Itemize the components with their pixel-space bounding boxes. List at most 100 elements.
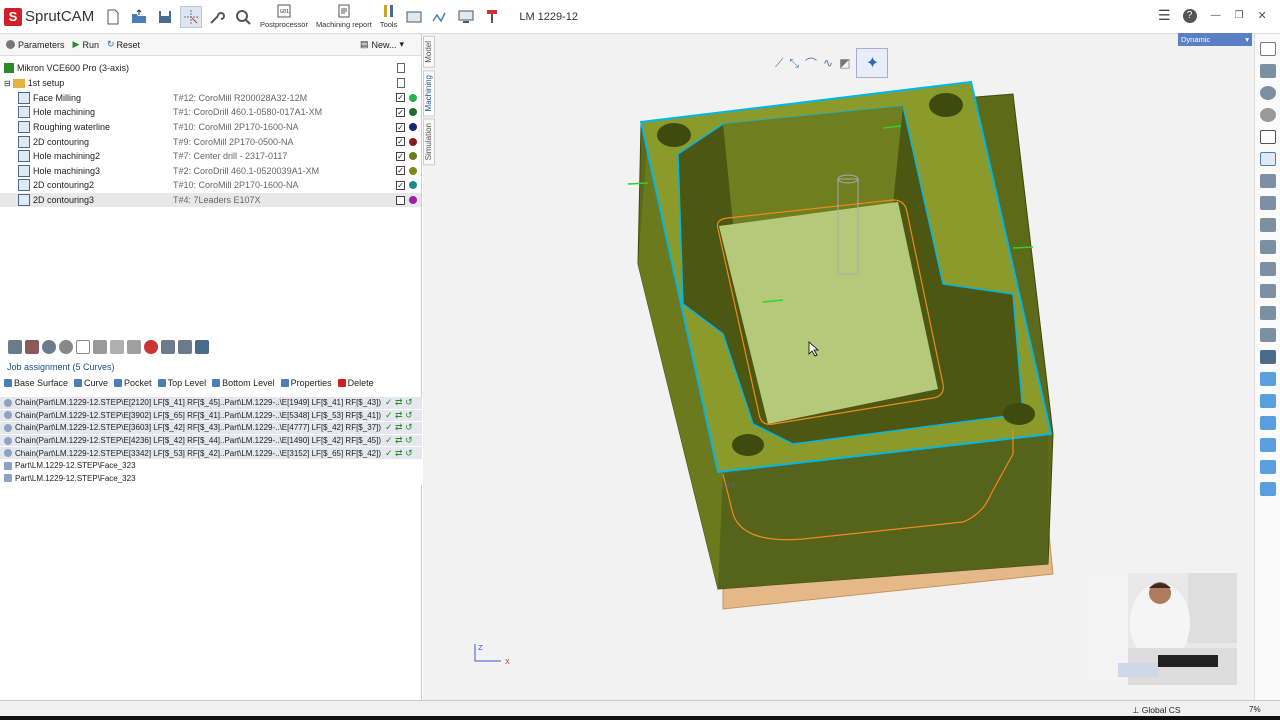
save-icon[interactable]	[154, 6, 176, 28]
pocket-button[interactable]: Pocket	[114, 378, 152, 388]
machine-view-icon[interactable]	[455, 6, 477, 28]
operation-checkbox[interactable]: ✓	[396, 166, 405, 176]
chain-direction-icon[interactable]: ✓ ⇄ ↺	[385, 397, 413, 408]
machine-row[interactable]: Mikron VCE600 Pro (3-axis)	[0, 60, 421, 76]
menu-icon[interactable]: ☰	[1158, 7, 1171, 24]
tab-simulation[interactable]: Simulation	[423, 118, 435, 166]
strip-icon-10[interactable]	[161, 340, 175, 354]
operation-checkbox[interactable]: ✓	[396, 122, 405, 132]
operation-row[interactable]: Hole machining3 T#2: CoroDrill 460.1-0520…	[0, 164, 421, 179]
operation-row[interactable]: 2D contouring2 T#10: CoroMill 2P170-1600-…	[0, 178, 421, 193]
shape-tool-icon[interactable]: ◩	[839, 56, 850, 70]
surface-icon-3[interactable]	[1259, 416, 1276, 430]
operation-row[interactable]: 2D contouring3 T#4: 7Leaders E107X	[0, 192, 421, 208]
operation-row[interactable]: Roughing waterline T#10: CoroMill 2P170-1…	[0, 120, 421, 135]
surface-icon-1[interactable]	[1259, 372, 1276, 386]
curve-chain-row[interactable]: Chain(Part\LM.1229-12.STEP\E[3603] LF[$_…	[0, 422, 422, 435]
axis-icon[interactable]	[1259, 328, 1276, 342]
machining-report-button[interactable]: Machining report	[316, 4, 372, 29]
reset-button[interactable]: ↻ Reset	[107, 39, 140, 50]
machine-tool-icon[interactable]	[481, 6, 503, 28]
sphere-icon[interactable]	[1259, 108, 1276, 122]
rotate-icon[interactable]	[1259, 86, 1276, 100]
spline-tool-icon[interactable]: ∿	[823, 56, 833, 70]
chain-direction-icon[interactable]: ✓ ⇄ ↺	[385, 410, 413, 421]
strip-icon-2[interactable]	[25, 340, 39, 354]
bottom-level-button[interactable]: Bottom Level	[212, 378, 275, 388]
tool-icon[interactable]	[1259, 262, 1276, 276]
view-mode-select[interactable]: Dynamic ▾	[1178, 33, 1252, 46]
operation-checkbox[interactable]	[396, 195, 405, 205]
tab-machining[interactable]: Machining	[423, 69, 435, 117]
curve-chain-row[interactable]: Chain(Part\LM.1229-12.STEP\E[3902] LF[$_…	[0, 409, 422, 423]
tab-model[interactable]: Model	[423, 36, 435, 68]
tool-holder-icon[interactable]	[1259, 284, 1276, 298]
fit-view-icon[interactable]	[1259, 42, 1276, 56]
operation-checkbox[interactable]: ✓	[396, 151, 405, 161]
tools-button[interactable]: Tools	[380, 4, 397, 29]
postprocessor-button[interactable]: G01 Postprocessor	[260, 4, 308, 29]
open-file-icon[interactable]	[128, 6, 150, 28]
properties-button[interactable]: Properties	[280, 378, 332, 388]
stock-icon[interactable]	[1259, 174, 1276, 188]
chain-direction-icon[interactable]: ✓ ⇄ ↺	[385, 448, 413, 459]
surface-icon-4[interactable]	[1259, 438, 1276, 452]
curve-button[interactable]: Curve	[74, 378, 108, 388]
table-icon[interactable]	[1259, 350, 1276, 364]
face-row[interactable]: Part\LM.1229-12.STEP\Face_323	[0, 472, 422, 486]
strip-icon-5[interactable]	[76, 340, 90, 354]
curve-chain-row[interactable]: Chain(Part\LM.1229-12.STEP\E[2120] LF[$_…	[0, 397, 422, 410]
minimize-icon[interactable]: —	[1211, 10, 1221, 21]
magic-wand-icon[interactable]: ✦	[856, 48, 889, 78]
restore-icon[interactable]: ❐	[1235, 10, 1244, 21]
ok-icon[interactable]	[1259, 240, 1276, 254]
select-tool-icon[interactable]	[180, 5, 202, 28]
base-surface-button[interactable]: Base Surface	[4, 378, 68, 388]
strip-icon-4[interactable]	[59, 340, 73, 354]
wrench-icon[interactable]	[206, 6, 228, 28]
top-level-button[interactable]: Top Level	[157, 378, 206, 388]
strip-icon-8[interactable]	[127, 340, 141, 354]
operation-checkbox[interactable]: ✓	[396, 107, 405, 117]
part-icon[interactable]	[1259, 196, 1276, 210]
parameters-button[interactable]: Parameters	[6, 40, 65, 50]
cube-view-icon[interactable]	[1259, 130, 1276, 144]
line-tool-icon[interactable]: ⟋	[775, 56, 783, 71]
toolpath-icon[interactable]	[429, 6, 451, 28]
curve-chain-row[interactable]: Chain(Part\LM.1229-12.STEP\E[4236] LF[$_…	[0, 434, 422, 448]
close-icon[interactable]: ✕	[1258, 9, 1267, 22]
operation-row[interactable]: Hole machining T#1: CoroDrill 460.1-0580-…	[0, 105, 421, 120]
operation-row[interactable]: Face Milling T#12: CoroMill R200028A32-12…	[0, 91, 421, 106]
setup-row[interactable]: ⊟ 1st setup	[0, 76, 421, 91]
curve-chain-row[interactable]: Chain(Part\LM.1229-12.STEP\E[3342] LF[$_…	[0, 447, 422, 460]
operation-checkbox[interactable]: ✓	[396, 137, 405, 147]
face-row[interactable]: Part\LM.1229-12.STEP\Face_323	[0, 459, 422, 473]
run-button[interactable]: ▶ Run	[73, 39, 99, 50]
chain-direction-icon[interactable]: ✓ ⇄ ↺	[385, 435, 413, 446]
strip-icon-7[interactable]	[110, 340, 124, 354]
delete-button[interactable]: Delete	[337, 378, 374, 388]
layers-icon[interactable]	[1259, 152, 1276, 166]
search-icon[interactable]	[232, 6, 254, 28]
strip-icon-1[interactable]	[8, 340, 22, 354]
help-icon[interactable]: ?	[1182, 8, 1197, 23]
strip-icon-3[interactable]	[42, 340, 56, 354]
operation-checkbox[interactable]: ✓	[396, 93, 405, 103]
collapse-icon[interactable]: ⊟	[4, 79, 11, 88]
strip-icon-11[interactable]	[178, 340, 192, 354]
machine-head-icon[interactable]	[1259, 306, 1276, 320]
polyline-tool-icon[interactable]: ⤡	[789, 56, 799, 71]
operation-row[interactable]: 2D contouring T#9: CoroMill 2P170-0500-NA…	[0, 134, 421, 149]
coordinate-system[interactable]: ⊥ Global CS	[1132, 705, 1181, 716]
zoom-icon[interactable]	[1259, 64, 1276, 78]
surface-icon-5[interactable]	[1259, 460, 1276, 474]
strip-icon-6[interactable]	[93, 340, 107, 354]
arc-tool-icon[interactable]: ⌒	[805, 55, 817, 72]
new-operation-button[interactable]: ▤ New... ▾	[360, 39, 404, 50]
chain-direction-icon[interactable]: ✓ ⇄ ↺	[385, 422, 413, 433]
view-model-icon[interactable]	[403, 6, 425, 28]
strip-icon-9[interactable]	[144, 340, 158, 354]
strip-icon-12[interactable]	[195, 340, 209, 354]
operation-checkbox[interactable]: ✓	[396, 180, 405, 190]
fixture-icon[interactable]	[1259, 218, 1276, 232]
